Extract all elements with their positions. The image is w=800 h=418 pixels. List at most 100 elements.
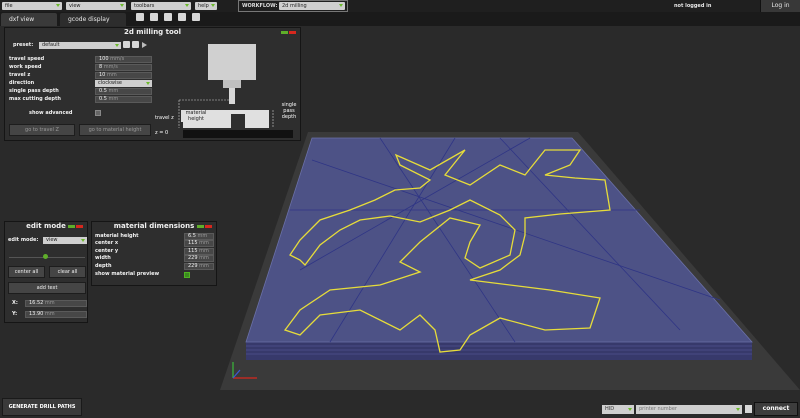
field-label: travel z: [9, 72, 31, 78]
show-advanced-checkbox[interactable]: [95, 110, 101, 116]
connect-button[interactable]: connect: [754, 402, 798, 416]
close-button[interactable]: [289, 31, 296, 34]
menu-toolbars-label: toolbars: [134, 3, 155, 9]
y-unit: mm: [44, 311, 55, 317]
material-top: [245, 137, 753, 343]
width-input[interactable]: 229 mm: [184, 255, 214, 262]
max-cutting-depth-input[interactable]: 0.5 mm: [95, 96, 152, 103]
settings-icon[interactable]: [192, 13, 200, 21]
single-pass-depth-input[interactable]: 0.5 mm: [95, 88, 152, 95]
edit-mode-select[interactable]: view: [43, 237, 87, 244]
y-input[interactable]: 13.90 mm: [25, 311, 87, 318]
x-input[interactable]: 16.52 mm: [25, 300, 87, 307]
field-value: 0.5: [99, 96, 107, 102]
export-icon[interactable]: [164, 13, 172, 21]
workflow-select[interactable]: 2d milling: [279, 2, 345, 10]
center-all-button[interactable]: center all: [8, 266, 45, 278]
work-speed-input[interactable]: 8 mm/s: [95, 64, 152, 71]
chevron-down-icon: [339, 4, 343, 7]
preset-label: preset:: [13, 42, 34, 48]
tab-gcode-display[interactable]: gcode display: [60, 13, 126, 26]
direction-select[interactable]: clockwise: [95, 80, 152, 87]
preset-select[interactable]: default: [39, 42, 121, 49]
field-label: material height: [95, 233, 139, 239]
tab-dxf-view[interactable]: dxf view: [1, 13, 57, 26]
center-x-input[interactable]: 115 mm: [184, 240, 214, 247]
open-icon[interactable]: [150, 13, 158, 21]
menu-bar: file view toolbars help WORKFLOW: 2d mil…: [0, 0, 800, 12]
close-button[interactable]: [205, 225, 212, 228]
print-icon[interactable]: [178, 13, 186, 21]
port-type-select[interactable]: HID: [602, 405, 634, 414]
menu-toolbars[interactable]: toolbars: [131, 2, 191, 10]
panel-controls: [281, 31, 297, 34]
add-text-button[interactable]: add text: [8, 282, 86, 294]
travel-speed-input[interactable]: 100 mm/s: [95, 56, 152, 63]
chevron-down-icon: [211, 4, 215, 7]
travel-z-input[interactable]: 10 mm: [95, 72, 152, 79]
menu-help-label: help: [198, 3, 209, 9]
minimize-button[interactable]: [68, 225, 75, 228]
port-type-value: HID: [605, 406, 615, 412]
tab-bar: dxf view gcode display: [0, 12, 800, 26]
field-unit: mm/s: [103, 64, 118, 70]
clear-all-button[interactable]: clear all: [49, 266, 86, 278]
milling-tool-panel: 2d milling tool preset: default travel s…: [4, 27, 301, 141]
chevron-down-icon: [120, 4, 124, 7]
login-button[interactable]: Log in: [760, 0, 800, 12]
chevron-down-icon: [185, 4, 189, 7]
close-button[interactable]: [76, 225, 83, 228]
material-height-input[interactable]: 6.5 mm: [184, 233, 214, 240]
milling-diagram: [178, 44, 293, 138]
help-icon[interactable]: [132, 41, 139, 48]
field-label: direction: [9, 80, 35, 86]
edit-mode-label: edit mode:: [8, 237, 39, 243]
material-preview-checkbox[interactable]: [184, 272, 190, 278]
printer-number-select[interactable]: printer number: [636, 405, 742, 414]
field-label: work speed: [9, 64, 42, 70]
minimize-button[interactable]: [197, 225, 204, 228]
y-label: Y:: [12, 311, 18, 317]
go-travel-z-button[interactable]: go to travel Z: [9, 124, 75, 136]
generate-drill-paths-button[interactable]: GENERATE DRILL PATHS: [2, 398, 82, 416]
field-value: 229: [188, 255, 198, 261]
diagram-travel-z-label: travel z: [155, 115, 174, 121]
refresh-icon[interactable]: [745, 405, 752, 413]
field-value: 8: [99, 64, 103, 70]
field-label: center y: [95, 248, 119, 254]
chevron-down-icon: [628, 408, 632, 411]
minimize-button[interactable]: [281, 31, 288, 34]
depth-input[interactable]: 229 mm: [184, 263, 214, 270]
chevron-down-icon: [115, 44, 119, 47]
field-value: 0.5: [99, 88, 107, 94]
chevron-down-icon: [146, 82, 150, 85]
go-material-height-button[interactable]: go to material height: [79, 124, 151, 136]
printer-placeholder: printer number: [639, 406, 677, 412]
save-preset-icon[interactable]: [123, 41, 130, 48]
chevron-down-icon: [81, 239, 85, 242]
menu-help[interactable]: help: [195, 2, 217, 10]
milling-tool-title: 2d milling tool: [123, 28, 181, 36]
diagram-material-height-label: material height: [181, 110, 211, 122]
panel-controls: [68, 225, 84, 228]
panel-controls: [197, 225, 213, 228]
menu-file[interactable]: file: [2, 2, 62, 10]
workflow-value: 2d milling: [282, 3, 307, 9]
play-icon[interactable]: [142, 42, 147, 48]
field-label: width: [95, 255, 111, 261]
field-unit: mm: [199, 248, 209, 254]
field-unit: mm/s: [110, 56, 125, 62]
field-unit: mm: [108, 96, 119, 102]
y-value: 13.90: [29, 311, 44, 317]
preset-value: default: [42, 42, 60, 48]
slider-handle[interactable]: [43, 254, 48, 259]
field-unit: mm: [199, 255, 209, 261]
center-y-input[interactable]: 115 mm: [184, 248, 214, 255]
chevron-down-icon: [736, 408, 740, 411]
menu-view[interactable]: view: [66, 2, 126, 10]
save-icon[interactable]: [136, 13, 144, 21]
field-value: 10: [99, 72, 106, 78]
field-unit: mm: [108, 88, 119, 94]
material-side: [246, 342, 752, 360]
x-unit: mm: [44, 300, 55, 306]
